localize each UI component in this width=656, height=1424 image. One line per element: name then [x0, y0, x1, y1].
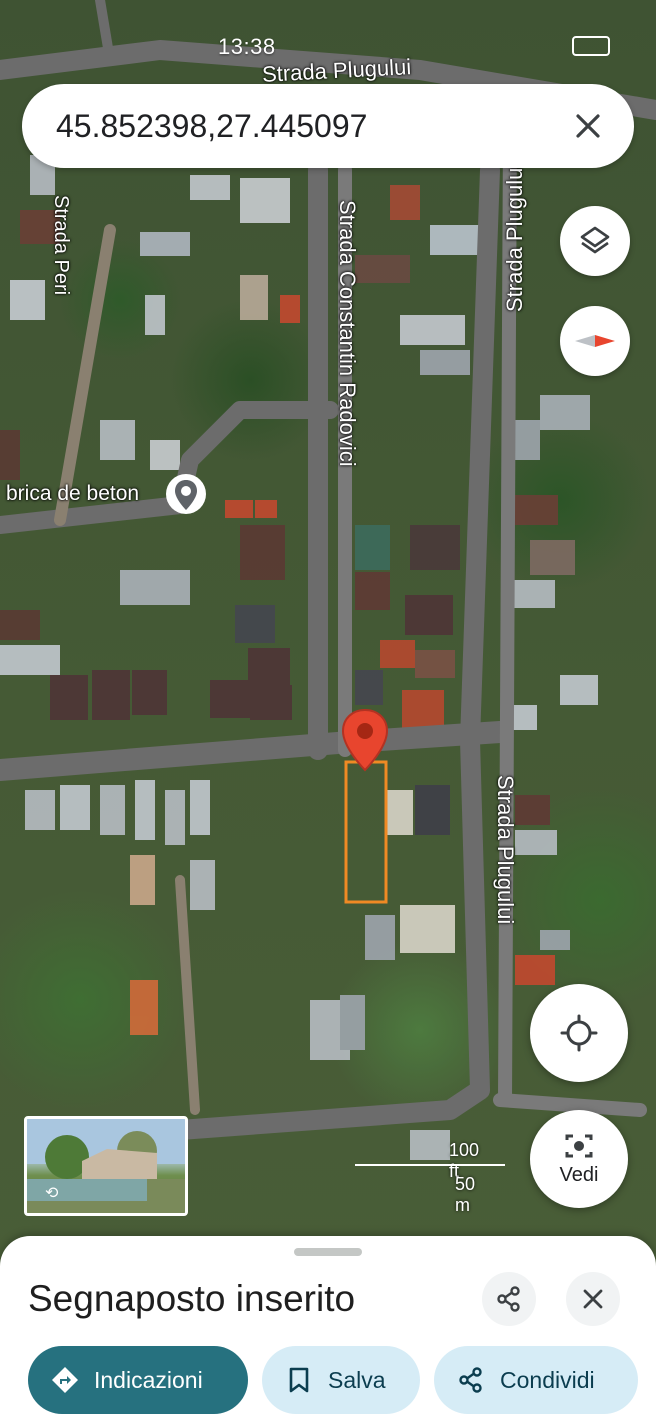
- directions-button[interactable]: Indicazioni: [28, 1346, 248, 1414]
- directions-label: Indicazioni: [94, 1366, 203, 1393]
- compass-icon: [575, 335, 615, 347]
- scale-metric: 50 m: [455, 1174, 476, 1215]
- vedi-button[interactable]: Vedi: [530, 1110, 628, 1208]
- street-view-360-icon: ⟲: [45, 1185, 59, 1202]
- street-view-thumbnail[interactable]: ⟲: [24, 1116, 188, 1216]
- camera-lens-icon: [565, 1134, 593, 1157]
- close-icon: [583, 1289, 603, 1309]
- drag-handle[interactable]: [294, 1248, 362, 1256]
- share-icon: [497, 1286, 520, 1312]
- layers-icon: [580, 226, 610, 254]
- save-button[interactable]: Salva: [262, 1346, 420, 1414]
- street-label-plugului-right: Strada Plugului: [502, 162, 527, 312]
- share-icon-button[interactable]: [482, 1272, 536, 1326]
- share-button[interactable]: Condividi: [434, 1346, 638, 1414]
- save-label: Salva: [328, 1366, 386, 1393]
- search-bar[interactable]: 45.852398,27.445097: [22, 84, 634, 168]
- street-label-constantin-radovici: Strada Constantin Radovici: [335, 200, 360, 467]
- status-time: 13:38: [218, 34, 276, 59]
- clear-search-button[interactable]: [564, 102, 612, 150]
- bookmark-icon: [286, 1366, 312, 1394]
- vedi-label: Vedi: [559, 1163, 599, 1186]
- directions-icon: [50, 1365, 80, 1395]
- sheet-title: Segnaposto inserito: [28, 1278, 356, 1319]
- my-location-button[interactable]: [530, 984, 628, 1082]
- layers-button[interactable]: [560, 206, 630, 276]
- close-sheet-button[interactable]: [566, 1272, 620, 1326]
- street-label-plugului-lower: Strada Plugului: [493, 775, 518, 925]
- compass-button[interactable]: [560, 306, 630, 376]
- search-input[interactable]: 45.852398,27.445097: [56, 108, 564, 145]
- close-icon: [576, 114, 600, 138]
- poi-label[interactable]: brica de beton: [6, 482, 139, 506]
- share-label: Condividi: [500, 1366, 595, 1393]
- share-icon: [456, 1366, 486, 1394]
- battery-icon: [572, 36, 610, 56]
- scale-bar: [355, 1164, 505, 1166]
- bottom-sheet[interactable]: Segnaposto inserito Indicazioni Salva Co…: [0, 1236, 656, 1424]
- street-label-peri: Strada Peri: [50, 195, 72, 296]
- crosshair-icon: [560, 1014, 598, 1052]
